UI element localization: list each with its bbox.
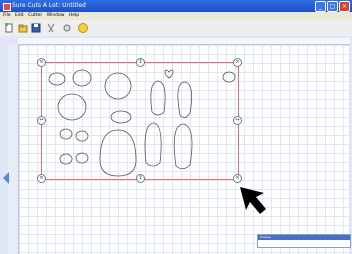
resize-handle-top-right[interactable]: × [233,58,242,67]
resize-handle-top[interactable]: ↕ [136,58,145,67]
resize-handle-bottom[interactable]: ↕ [136,174,145,183]
resize-handle-right[interactable]: ↔ [233,116,242,125]
resize-handle-top-left[interactable]: × [37,58,46,67]
resize-handle-left[interactable]: ↔ [37,116,46,125]
shapes-panel[interactable]: Shapes [257,234,351,248]
resize-handle-bottom-left[interactable]: × [37,174,46,183]
resize-handle-bottom-right[interactable]: × [233,174,242,183]
selection-box [41,62,239,180]
pointer-arrow-icon [240,187,266,214]
panel-title: Shapes [258,235,350,240]
